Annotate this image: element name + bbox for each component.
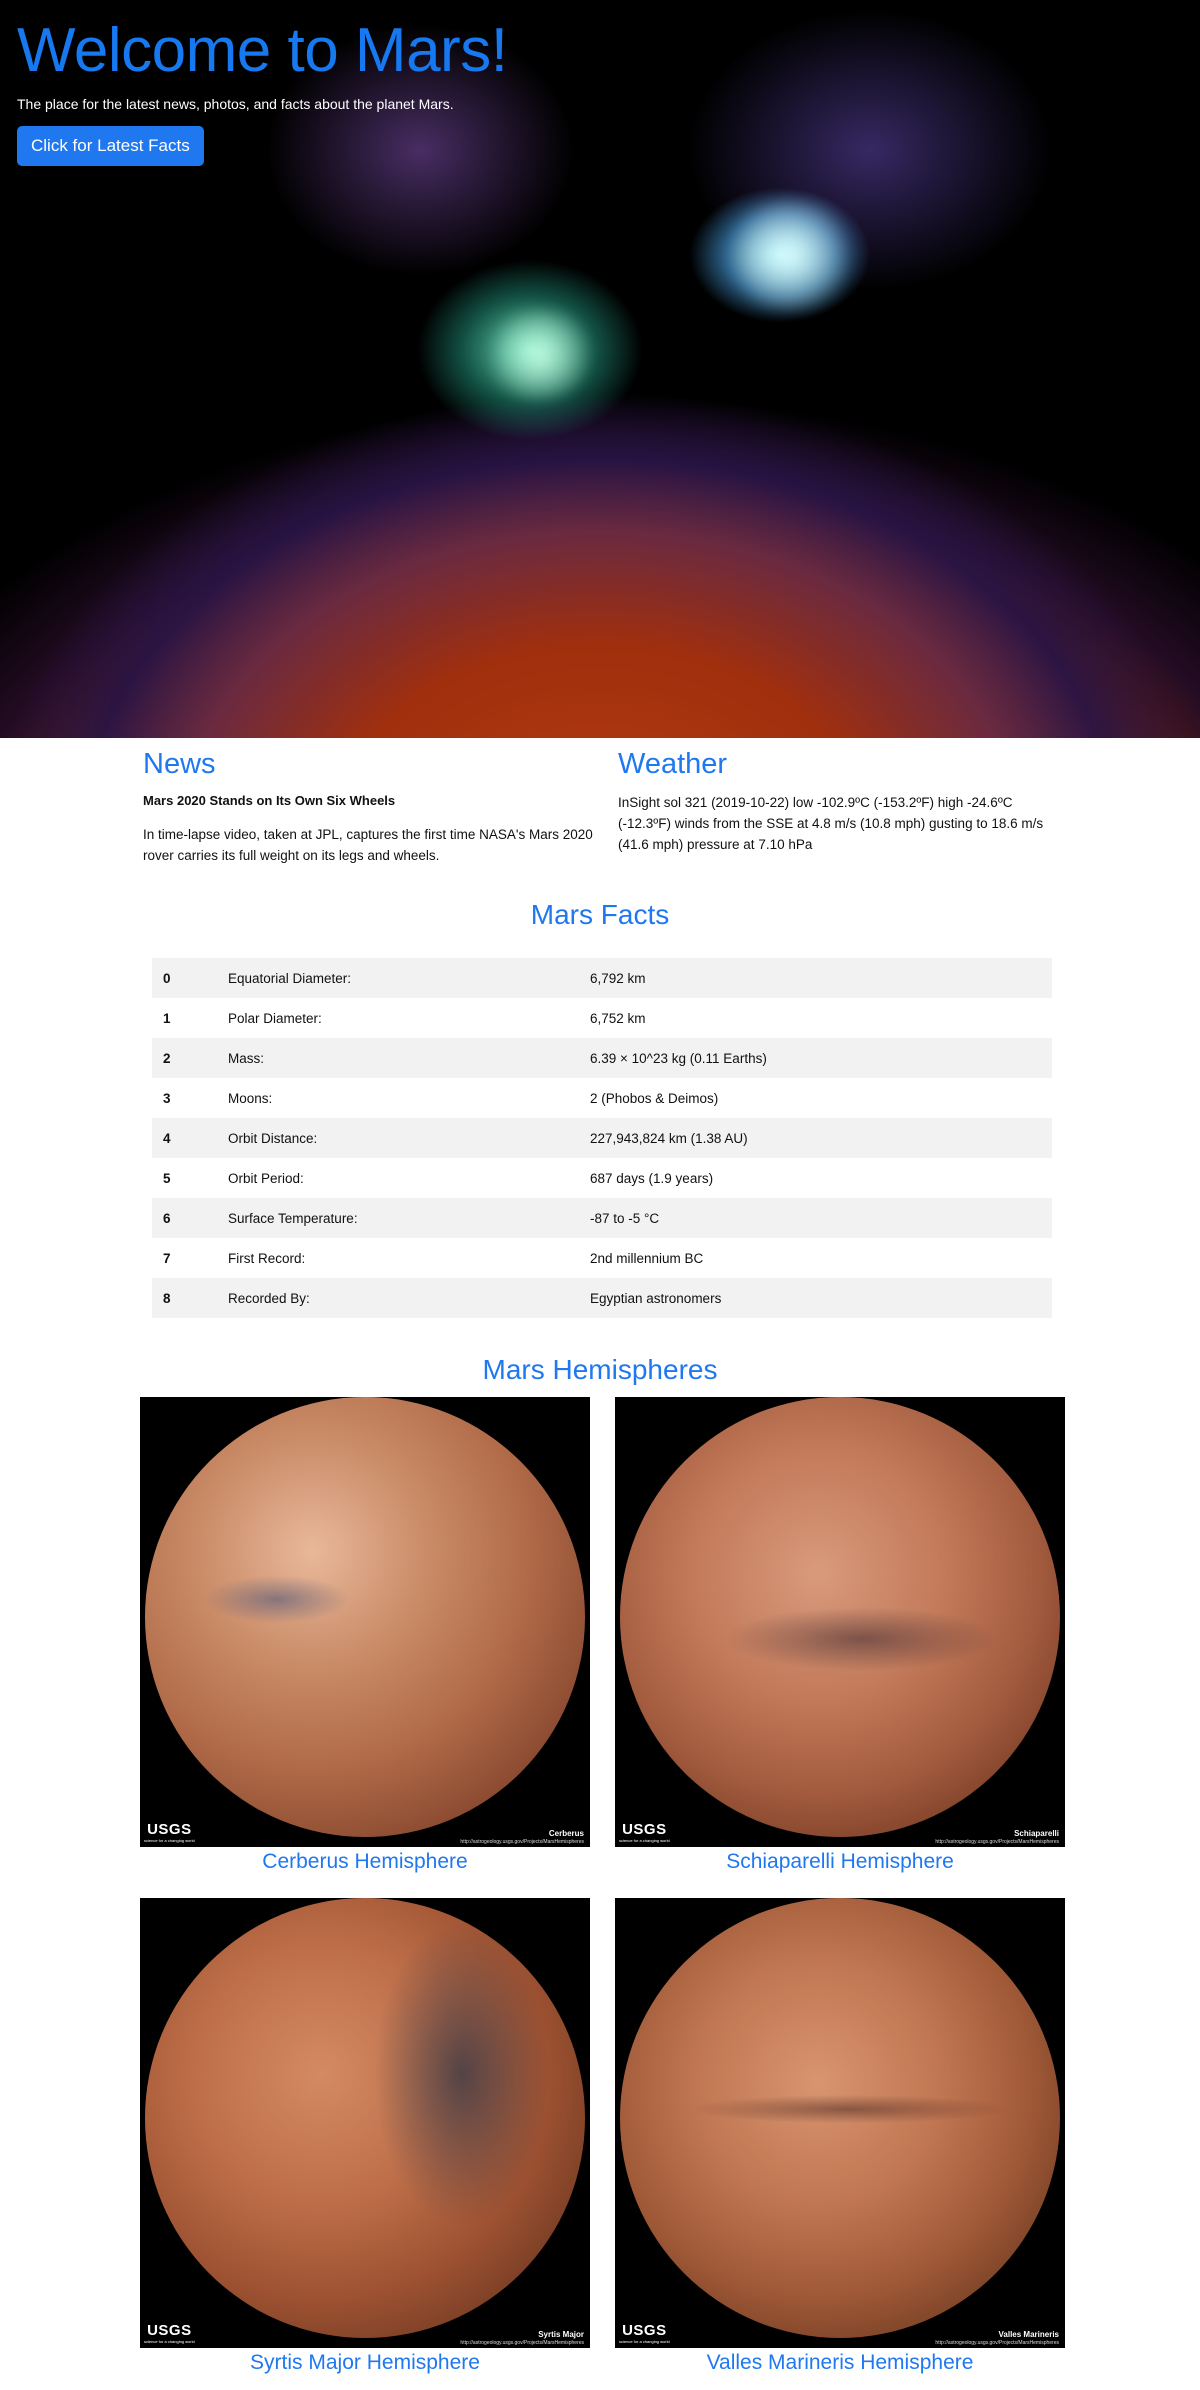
row-index: 2 — [163, 1050, 171, 1066]
weather-report: InSight sol 321 (2019-10-22) low -102.9º… — [618, 795, 1044, 852]
fact-label: Orbit Period: — [228, 1170, 304, 1186]
latest-facts-button[interactable]: Click for Latest Facts — [17, 126, 204, 167]
hero-subtitle: The place for the latest news, photos, a… — [17, 96, 454, 113]
table-row: 3 Moons: 2 (Phobos & Deimos) — [152, 1078, 1052, 1118]
fact-value: 2 (Phobos & Deimos) — [590, 1090, 719, 1106]
facts-heading: Mars Facts — [530, 899, 670, 930]
fact-label: Mass: — [228, 1050, 265, 1066]
news-teaser: In time-lapse video, taken at JPL, captu… — [143, 827, 593, 863]
weather-heading: Weather — [618, 748, 728, 780]
fact-label: Surface Temperature: — [228, 1210, 358, 1226]
hemisphere-title-schiaparelli[interactable]: Schiaparelli Hemisphere — [615, 1850, 1065, 1874]
syrtis-major-hemisphere-image[interactable]: USGS science for a changing world Syrtis … — [140, 1898, 590, 2348]
table-row: 1 Polar Diameter: 6,752 km — [152, 998, 1052, 1038]
image-url: http://astrogeology.usgs.gov/Projects/Ma… — [460, 1839, 584, 1845]
row-index: 6 — [163, 1210, 171, 1226]
usgs-logo: USGS science for a changing world — [144, 2322, 195, 2344]
image-caption: Valles Marineris — [998, 2330, 1059, 2339]
fact-value: 2nd millennium BC — [590, 1250, 704, 1266]
hemispheres-heading: Mars Hemispheres — [482, 1354, 718, 1385]
fact-value: -87 to -5 °C — [590, 1210, 660, 1226]
table-row: 0 Equatorial Diameter: 6,792 km — [152, 958, 1052, 998]
hero-content: Welcome to Mars! The place for the lates… — [17, 14, 508, 167]
hero-flare — [480, 310, 600, 400]
row-index: 4 — [163, 1130, 171, 1146]
hemisphere-card-syrtis-major: USGS science for a changing world Syrtis … — [140, 1898, 590, 2375]
dark-region — [145, 1397, 585, 1837]
hemisphere-title-cerberus[interactable]: Cerberus Hemisphere — [140, 1850, 590, 1874]
hemisphere-title-syrtis-major[interactable]: Syrtis Major Hemisphere — [140, 2351, 590, 2375]
fact-value: 6,792 km — [590, 970, 646, 986]
table-row: 8 Recorded By: Egyptian astronomers — [152, 1278, 1052, 1318]
fact-label: Moons: — [228, 1090, 273, 1106]
row-index: 1 — [163, 1010, 171, 1026]
valles-marineris-hemisphere-image[interactable]: USGS science for a changing world Valles … — [615, 1898, 1065, 2348]
fact-label: First Record: — [228, 1250, 306, 1266]
fact-value: 687 days (1.9 years) — [590, 1170, 714, 1186]
table-row: 4 Orbit Distance: 227,943,824 km (1.38 A… — [152, 1118, 1052, 1158]
fact-value: 6.39 × 10^23 kg (0.11 Earths) — [590, 1050, 767, 1066]
news-heading: News — [143, 748, 216, 780]
usgs-logo: USGS science for a changing world — [144, 1821, 195, 1843]
fact-label: Equatorial Diameter: — [228, 970, 352, 986]
image-caption: Cerberus — [548, 1829, 584, 1838]
image-url: http://astrogeology.usgs.gov/Projects/Ma… — [935, 1839, 1059, 1845]
row-index: 8 — [163, 1290, 171, 1306]
image-url: http://astrogeology.usgs.gov/Projects/Ma… — [460, 2340, 584, 2346]
table-row: 7 First Record: 2nd millennium BC — [152, 1238, 1052, 1278]
table-row: 6 Surface Temperature: -87 to -5 °C — [152, 1198, 1052, 1238]
hemisphere-card-cerberus: USGS science for a changing world Cerberu… — [140, 1397, 590, 1874]
hemisphere-card-schiaparelli: USGS science for a changing world Schiapa… — [615, 1397, 1065, 1874]
cerberus-hemisphere-image[interactable]: USGS science for a changing world Cerberu… — [140, 1397, 590, 1847]
table-row: 5 Orbit Period: 687 days (1.9 years) — [152, 1158, 1052, 1198]
fact-value: 227,943,824 km (1.38 AU) — [590, 1130, 748, 1146]
facts-table: 0 Equatorial Diameter: 6,792 km 1 Polar … — [152, 958, 1052, 1318]
row-index: 0 — [163, 970, 171, 986]
schiaparelli-hemisphere-image[interactable]: USGS science for a changing world Schiapa… — [615, 1397, 1065, 1847]
news-title: Mars 2020 Stands on Its Own Six Wheels — [143, 793, 396, 808]
fact-value: 6,752 km — [590, 1010, 646, 1026]
hero-flare — [720, 200, 860, 310]
hero-jumbotron: Welcome to Mars! The place for the lates… — [0, 0, 1200, 738]
hemisphere-card-valles-marineris: USGS science for a changing world Valles … — [615, 1898, 1065, 2375]
dark-region — [145, 1898, 585, 2338]
usgs-logo: USGS science for a changing world — [619, 1821, 670, 1843]
row-index: 5 — [163, 1170, 171, 1186]
fact-label: Polar Diameter: — [228, 1010, 322, 1026]
page-title: Welcome to Mars! — [17, 16, 508, 85]
news-section: News Mars 2020 Stands on Its Own Six Whe… — [143, 748, 609, 867]
image-caption: Schiaparelli — [1014, 1829, 1059, 1838]
canyon-region — [620, 1898, 1060, 2338]
fact-label: Orbit Distance: — [228, 1130, 318, 1146]
table-row: 2 Mass: 6.39 × 10^23 kg (0.11 Earths) — [152, 1038, 1052, 1078]
fact-label: Recorded By: — [228, 1290, 310, 1306]
row-index: 3 — [163, 1090, 171, 1106]
usgs-logo: USGS science for a changing world — [619, 2322, 670, 2344]
fact-value: Egyptian astronomers — [590, 1290, 722, 1306]
dark-region — [620, 1397, 1060, 1837]
image-url: http://astrogeology.usgs.gov/Projects/Ma… — [935, 2340, 1059, 2346]
hemisphere-title-valles-marineris[interactable]: Valles Marineris Hemisphere — [615, 2351, 1065, 2375]
row-index: 7 — [163, 1250, 171, 1266]
weather-section: Weather InSight sol 321 (2019-10-22) low… — [618, 748, 1064, 856]
image-caption: Syrtis Major — [538, 2330, 584, 2339]
